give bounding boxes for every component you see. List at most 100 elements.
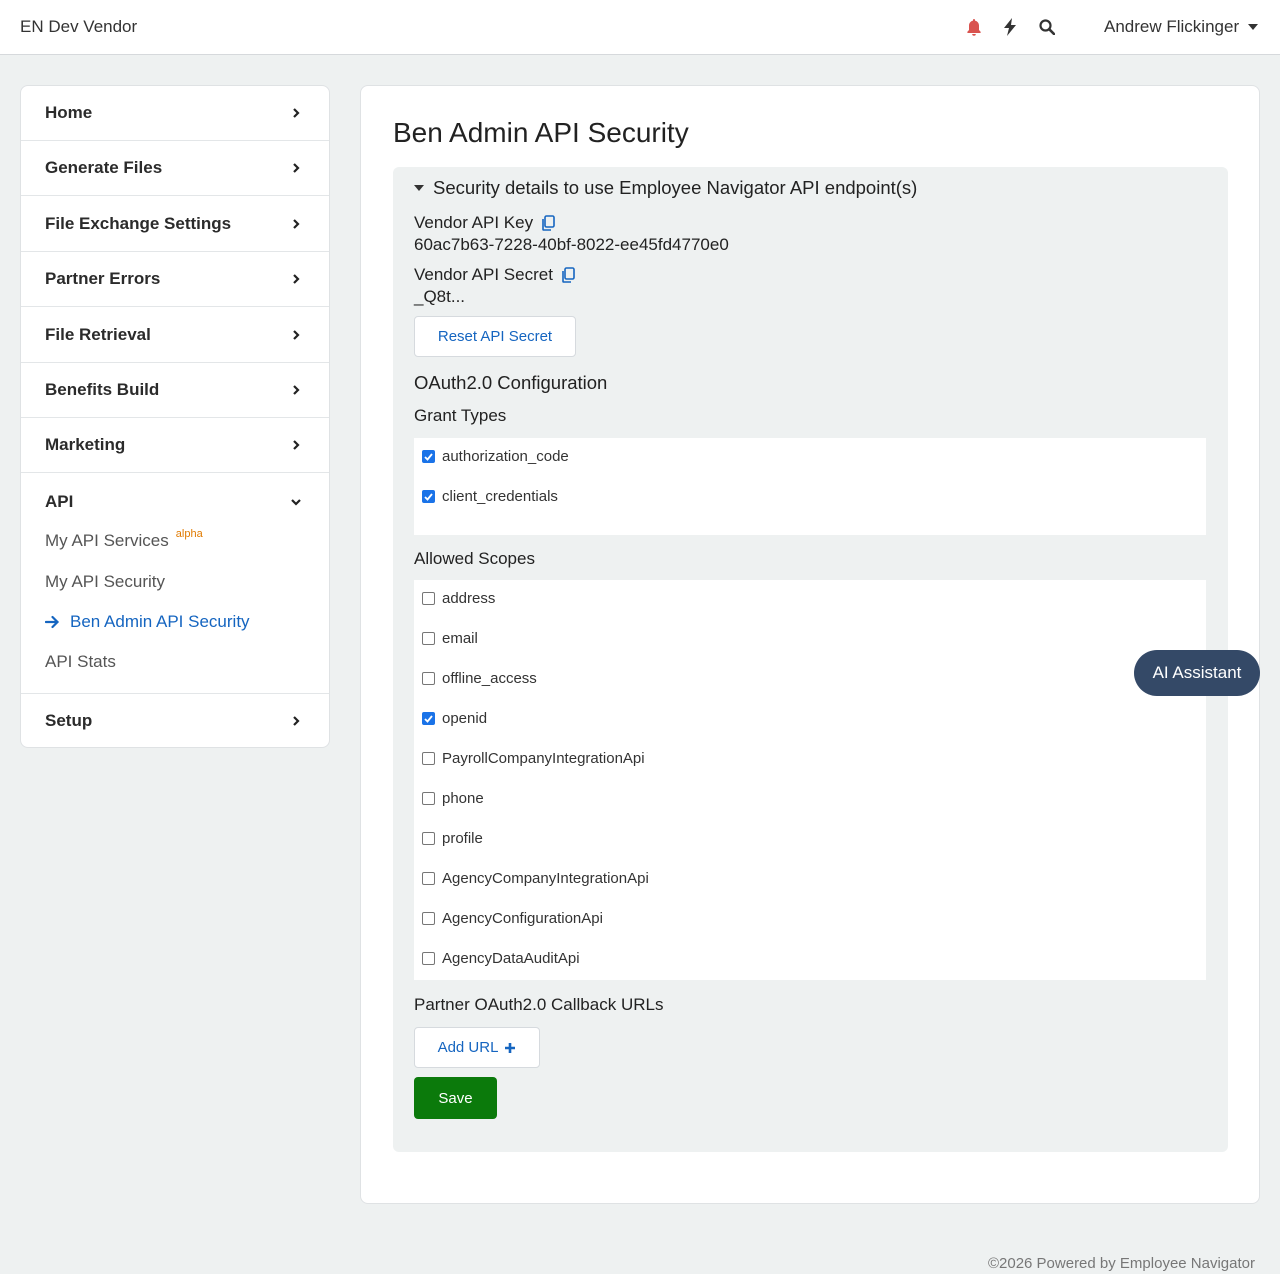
add-url-button[interactable]: Add URL xyxy=(414,1027,540,1068)
checkbox[interactable] xyxy=(422,632,435,645)
grant-types-list: authorization_code client_credentials xyxy=(414,438,1206,535)
grant-types-heading: Grant Types xyxy=(414,406,507,425)
checkbox-label: openid xyxy=(442,710,488,727)
add-url-label: Add URL xyxy=(437,1039,499,1056)
sidebar: Home Generate Files File Exchange Settin… xyxy=(20,85,330,748)
reset-api-secret-button[interactable]: Reset API Secret xyxy=(414,316,576,357)
chevron-right-icon xyxy=(293,108,300,118)
checkbox[interactable] xyxy=(422,490,435,503)
allowed-scopes-heading: Allowed Scopes xyxy=(414,549,535,568)
sidebar-subitem-my-api-services[interactable]: My API Services alpha xyxy=(45,528,203,551)
checkbox-label: email xyxy=(442,630,478,647)
checkbox-label: phone xyxy=(442,790,484,807)
vendor-api-secret-value: _Q8t... xyxy=(414,287,466,306)
checkbox-label: AgencyDataAuditApi xyxy=(442,950,580,967)
vendor-api-key-label: Vendor API Key xyxy=(414,213,555,233)
chevron-right-icon xyxy=(293,330,300,340)
brand-name[interactable]: EN Dev Vendor xyxy=(20,17,137,37)
subitem-label: Ben Admin API Security xyxy=(70,612,250,631)
vendor-api-secret-label: Vendor API Secret xyxy=(414,265,575,285)
copy-icon[interactable] xyxy=(541,215,555,231)
scope-profile[interactable]: profile xyxy=(422,830,483,847)
checkbox[interactable] xyxy=(422,450,435,463)
search-icon[interactable] xyxy=(1037,16,1057,38)
sidebar-item-label: Partner Errors xyxy=(45,269,161,288)
oauth-config-heading: OAuth2.0 Configuration xyxy=(414,372,608,393)
scope-agency-company-integration-api[interactable]: AgencyCompanyIntegrationApi xyxy=(422,870,649,887)
scope-payroll-company-integration-api[interactable]: PayrollCompanyIntegrationApi xyxy=(422,750,645,767)
scope-email[interactable]: email xyxy=(422,630,478,647)
checkbox-label: AgencyConfigurationApi xyxy=(442,910,603,927)
save-button[interactable]: Save xyxy=(414,1077,497,1119)
scope-phone[interactable]: phone xyxy=(422,790,484,807)
subitem-label: API Stats xyxy=(45,652,116,671)
checkbox-label: PayrollCompanyIntegrationApi xyxy=(442,750,645,767)
checkbox-label: profile xyxy=(442,830,483,847)
panel-header-label: Security details to use Employee Navigat… xyxy=(433,177,918,198)
main-content: Ben Admin API Security Security details … xyxy=(360,85,1260,1204)
vendor-api-key-value: 60ac7b63-7228-40bf-8022-ee45fd4770e0 xyxy=(414,235,729,254)
checkbox-label: offline_access xyxy=(442,670,537,687)
chevron-right-icon xyxy=(293,716,300,726)
scope-agency-data-audit-api[interactable]: AgencyDataAuditApi xyxy=(422,950,580,967)
scope-openid[interactable]: openid xyxy=(422,710,487,727)
sidebar-subitem-my-api-security[interactable]: My API Security xyxy=(45,572,165,592)
user-name: Andrew Flickinger xyxy=(1104,17,1240,36)
scope-offline-access[interactable]: offline_access xyxy=(422,670,537,687)
scope-agency-configuration-api[interactable]: AgencyConfigurationApi xyxy=(422,910,603,927)
sidebar-item-label: File Exchange Settings xyxy=(45,214,232,233)
sidebar-item-label: File Retrieval xyxy=(45,325,151,344)
security-details-toggle[interactable]: Security details to use Employee Navigat… xyxy=(414,177,917,199)
copy-icon[interactable] xyxy=(561,267,575,283)
grant-type-authorization-code[interactable]: authorization_code xyxy=(422,448,569,465)
ai-assistant-button[interactable]: AI Assistant xyxy=(1134,650,1260,696)
checkbox[interactable] xyxy=(422,592,435,605)
arrow-right-icon xyxy=(45,615,60,629)
sidebar-item-benefits-build[interactable]: Benefits Build xyxy=(21,363,329,418)
checkbox[interactable] xyxy=(422,872,435,885)
checkbox[interactable] xyxy=(422,832,435,845)
scope-address[interactable]: address xyxy=(422,590,495,607)
checkbox-label: authorization_code xyxy=(442,448,569,465)
sidebar-item-home[interactable]: Home xyxy=(21,86,329,141)
sidebar-item-label: Setup xyxy=(45,711,93,730)
bolt-icon[interactable] xyxy=(1000,16,1020,38)
user-menu[interactable]: Andrew Flickinger xyxy=(1104,17,1259,37)
sidebar-item-file-exchange-settings[interactable]: File Exchange Settings xyxy=(21,197,329,252)
footer-text: ©2026 Powered by Employee Navigator xyxy=(987,1255,1255,1272)
checkbox[interactable] xyxy=(422,912,435,925)
sidebar-item-label: Benefits Build xyxy=(45,380,160,399)
chevron-right-icon xyxy=(293,274,300,284)
checkbox[interactable] xyxy=(422,952,435,965)
caret-down-icon xyxy=(414,185,424,191)
checkbox[interactable] xyxy=(422,752,435,765)
sidebar-subitem-ben-admin-api-security[interactable]: Ben Admin API Security xyxy=(45,612,250,632)
sidebar-item-label: Generate Files xyxy=(45,158,163,177)
page-title: Ben Admin API Security xyxy=(393,117,689,148)
sidebar-item-label: API xyxy=(45,491,74,511)
sidebar-subitem-api-stats[interactable]: API Stats xyxy=(45,652,116,672)
subitem-label: My API Security xyxy=(45,572,165,591)
sidebar-item-generate-files[interactable]: Generate Files xyxy=(21,141,329,196)
sidebar-item-label: Marketing xyxy=(45,435,126,454)
chevron-right-icon xyxy=(293,163,300,173)
subitem-label: My API Services xyxy=(45,531,169,550)
sidebar-item-partner-errors[interactable]: Partner Errors xyxy=(21,252,329,307)
chevron-right-icon xyxy=(293,219,300,229)
sidebar-item-api[interactable]: API xyxy=(21,474,329,529)
sidebar-item-file-retrieval[interactable]: File Retrieval xyxy=(21,308,329,363)
checkbox[interactable] xyxy=(422,672,435,685)
allowed-scopes-list: address email offline_access openid Payr… xyxy=(414,580,1206,980)
grant-type-client-credentials[interactable]: client_credentials xyxy=(422,488,558,505)
sidebar-item-marketing[interactable]: Marketing xyxy=(21,418,329,473)
bell-icon[interactable] xyxy=(964,16,984,38)
sidebar-item-setup[interactable]: Setup xyxy=(21,693,329,747)
checkbox[interactable] xyxy=(422,792,435,805)
chevron-right-icon xyxy=(293,440,300,450)
checkbox-label: address xyxy=(442,590,496,607)
checkbox-label: client_credentials xyxy=(442,488,558,505)
security-details-panel: Security details to use Employee Navigat… xyxy=(393,167,1228,1152)
checkbox[interactable] xyxy=(422,712,435,725)
sidebar-item-label: Home xyxy=(45,103,93,122)
chevron-down-icon xyxy=(291,498,301,506)
